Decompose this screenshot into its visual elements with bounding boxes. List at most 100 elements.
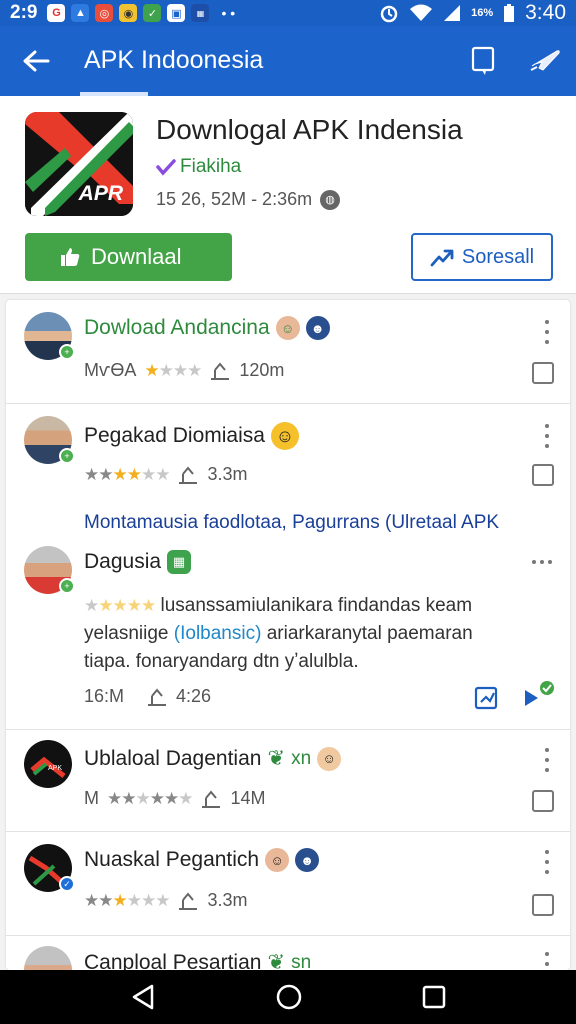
avatar-mini-icon: ☺ (317, 746, 342, 771)
google-app-icon: G (47, 4, 66, 22)
wifi-icon (410, 4, 433, 21)
item-title: Dagusia ▦ (84, 550, 192, 574)
item-title: Ublaloal Dagentian ❦ xn ☺ (84, 746, 342, 771)
cell-signal-icon (444, 5, 461, 21)
list-item[interactable]: + Pegakad Diomiaisa ☺ ★★★★★★ 3.3m (6, 404, 570, 504)
review-text: ★★★★★ lusanssamiulanikara findandas keam… (84, 592, 554, 676)
developer-row[interactable]: Fiakiha (156, 156, 241, 178)
item-title: Pegakad Diomiaisa ☺ (84, 422, 299, 450)
send-verified-icon[interactable] (522, 680, 556, 710)
app-header-card: APR Downlogal APK Indensia Fiakiha 15 26… (0, 96, 576, 294)
notification-app-icon: ▲ (71, 4, 90, 22)
back-button[interactable] (0, 26, 72, 96)
airplane-icon (530, 50, 560, 71)
download-count: 3.3m (207, 890, 248, 910)
featured-review-item[interactable]: + Dagusia ▦ ★★★★★ lusanssamiulanikara fi… (6, 530, 570, 730)
avatar (24, 946, 72, 970)
item-title-suffix: xn (291, 747, 312, 769)
coin-app-icon: ◉ (119, 4, 138, 22)
more-notifications-icon: • • (221, 5, 236, 21)
more-options-icon[interactable] (542, 952, 552, 970)
nav-recents-icon[interactable] (422, 985, 446, 1009)
install-icon[interactable] (532, 362, 554, 384)
svg-text:APK: APK (48, 765, 62, 772)
downloads-list: + Dowload Andancina ☺ ☻ MѵӨA ★★★★ 120m + (6, 300, 570, 970)
install-icon[interactable] (532, 464, 554, 486)
download-count-icon (179, 891, 198, 910)
page-title: APK Indoonesia (72, 26, 452, 96)
review-line-2-highlight: (Iolbansic) (173, 623, 262, 644)
share-button[interactable]: Soresall (411, 233, 553, 281)
system-icons: 16% 3:40 (379, 1, 566, 25)
bookmark-icon (471, 46, 495, 75)
bookmark-button[interactable] (452, 26, 514, 96)
install-icon[interactable] (532, 790, 554, 812)
item-stats: ★★★★★★ 3.3m (84, 464, 247, 485)
more-horizontal-icon[interactable] (532, 560, 552, 564)
share-label: Soresall (461, 245, 535, 268)
nav-home-icon[interactable] (275, 983, 303, 1011)
list-item[interactable]: Canploal Pesartian ❦ sn (6, 936, 570, 970)
star-rating: ★★★★★★ (84, 890, 170, 910)
download-count-icon (148, 687, 167, 706)
developer-name: Fiakiha (180, 156, 242, 177)
download-count: 4:26 (176, 686, 212, 706)
apk-logo-icon: APR (25, 112, 133, 216)
navigation-bar (0, 970, 576, 1024)
download-label: Downlaal (91, 244, 182, 269)
keyboard-app-icon: ▦ (191, 4, 210, 22)
notification-icons: G ▲ ◎ ◉ ✓ ▣ ▦ • • (47, 4, 235, 22)
apk-logo-icon: APK (24, 740, 72, 788)
avatar: + (24, 312, 75, 360)
list-item[interactable]: ✓ Nuaskal Pegantich ☺ ☻ ★★★★★★ 3.3m (6, 832, 570, 936)
app-screen: 2:9 G ▲ ◎ ◉ ✓ ▣ ▦ • • 16% 3:40 APK Indoo… (0, 0, 576, 1024)
status-time-left: 2:9 (10, 2, 38, 23)
verified-badge-icon: ✓ (59, 876, 75, 892)
share-arrow-icon (430, 249, 454, 267)
install-icon[interactable] (532, 894, 554, 916)
star-rating: ★★★★★★ (107, 788, 193, 808)
alarm-icon (380, 5, 398, 23)
star-rating: ★★★★★ (84, 596, 156, 615)
more-options-icon[interactable] (542, 850, 552, 874)
more-options-icon[interactable] (542, 320, 552, 344)
item-title-text: Ublaloal Dagentian (84, 746, 262, 770)
item-stats: M ★★★★★★ 14M (84, 788, 265, 809)
app-bar: APK Indoonesia (0, 26, 576, 96)
thumbs-up-icon (61, 248, 80, 266)
edit-icon[interactable] (474, 686, 500, 712)
item-title-text: Dowload Andancina (84, 316, 270, 339)
verified-developer-icon (156, 159, 176, 176)
more-options-icon[interactable] (542, 424, 552, 448)
plus-badge-icon: + (59, 448, 75, 464)
status-time-right: 3:40 (525, 1, 566, 24)
item-title: Dowload Andancina ☺ ☻ (84, 316, 330, 340)
nav-back-icon[interactable] (130, 983, 156, 1011)
avatar-mini-icon: ☻ (305, 316, 330, 340)
airplane-button[interactable] (514, 26, 576, 96)
battery-icon (504, 4, 515, 22)
globe-icon: ◍ (320, 189, 341, 210)
item-title: Nuaskal Pegantich ☺ ☻ (84, 848, 320, 872)
list-item[interactable]: + Dowload Andancina ☺ ☻ MѵӨA ★★★★ 120m (6, 300, 570, 404)
avatar-mini-icon: ☺ (265, 848, 290, 872)
item-title-text: Pegakad Diomiaisa (84, 424, 265, 447)
app-title: Downlogal APK Indensia (156, 114, 463, 145)
avatar: + (24, 416, 75, 464)
download-button[interactable]: Downlaal (25, 233, 232, 281)
list-item[interactable]: APK Ublaloal Dagentian ❦ xn ☺ M ★★★★★★ 1… (6, 730, 570, 832)
item-title-text: Dagusia (84, 550, 162, 573)
item-title-text: Nuaskal Pegantich (84, 848, 260, 871)
item-stats: MѵӨA ★★★★ 120m (84, 360, 284, 381)
leaf-icon: ❦ (267, 951, 286, 970)
avatar-mini-icon: ☻ (295, 848, 320, 872)
avatar: + (24, 546, 75, 594)
download-count-icon (202, 789, 221, 808)
more-options-icon[interactable] (542, 748, 552, 772)
review-line-3: tiapa. fonaryandarg dtn yʼalulbla. (84, 651, 359, 672)
photo-app-icon: ◎ (95, 4, 114, 22)
avatar: ✓ (24, 844, 75, 892)
item-title-suffix: sn (291, 951, 312, 971)
review-line-2b: ariarkaranytal paemaran (266, 623, 473, 644)
image-app-icon: ▣ (167, 4, 186, 22)
